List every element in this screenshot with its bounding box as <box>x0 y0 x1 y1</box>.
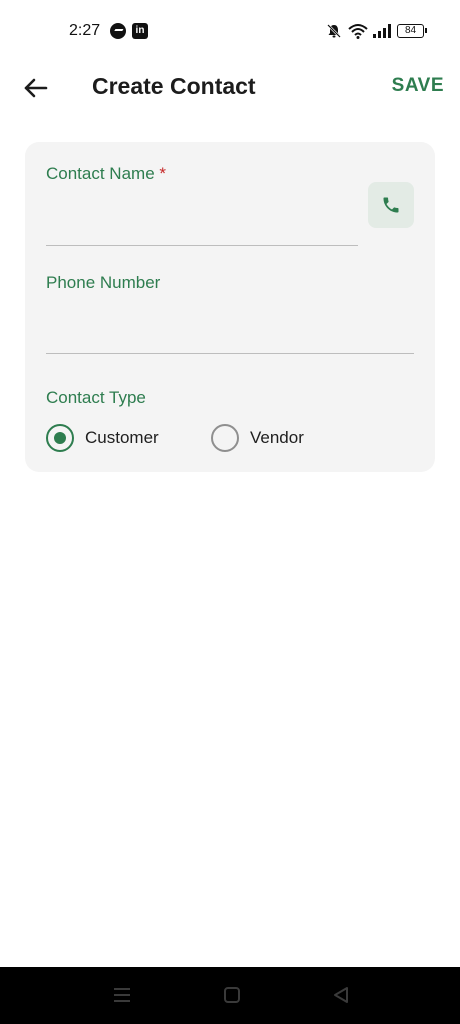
contact-name-input[interactable] <box>46 202 358 246</box>
bell-off-icon <box>327 24 341 38</box>
contact-form-card: Contact Name * Phone Number Contact Type… <box>25 142 435 472</box>
messenger-icon <box>110 23 126 39</box>
radio-label-customer: Customer <box>85 428 159 447</box>
menu-icon[interactable] <box>112 985 132 1005</box>
phone-number-underline <box>46 353 414 354</box>
wifi-icon <box>348 24 368 39</box>
page-title: Create Contact <box>92 73 256 99</box>
status-time: 2:27 <box>69 22 101 39</box>
battery-icon: 84 <box>397 24 427 38</box>
home-icon[interactable] <box>222 985 242 1005</box>
phone-number-label: Phone Number <box>46 273 161 292</box>
contact-name-label-text: Contact Name <box>46 164 155 183</box>
contact-name-underline <box>46 245 358 246</box>
linkedin-icon: in <box>132 23 148 39</box>
create-contact-screen: 2:27 in 84 Create Contact SAVE Contact N… <box>0 0 460 1024</box>
phone-icon <box>383 197 399 213</box>
app-bar: Create Contact SAVE <box>0 62 460 112</box>
contact-picker-button[interactable] <box>368 182 414 228</box>
back-triangle-icon[interactable] <box>331 985 351 1005</box>
back-button[interactable] <box>20 72 52 104</box>
radio-button-customer[interactable] <box>46 424 74 452</box>
required-marker: * <box>159 164 167 183</box>
radio-label-vendor: Vendor <box>250 428 304 447</box>
save-button[interactable]: SAVE <box>392 75 444 97</box>
contact-name-label: Contact Name * <box>46 164 166 184</box>
arrow-left-icon <box>24 78 48 98</box>
radio-button-vendor[interactable] <box>211 424 239 452</box>
status-bar: 2:27 in 84 <box>0 0 460 62</box>
contact-type-label: Contact Type <box>46 388 146 407</box>
system-nav-bar <box>0 967 460 1024</box>
phone-number-input[interactable] <box>46 310 414 354</box>
signal-icon <box>373 24 391 38</box>
